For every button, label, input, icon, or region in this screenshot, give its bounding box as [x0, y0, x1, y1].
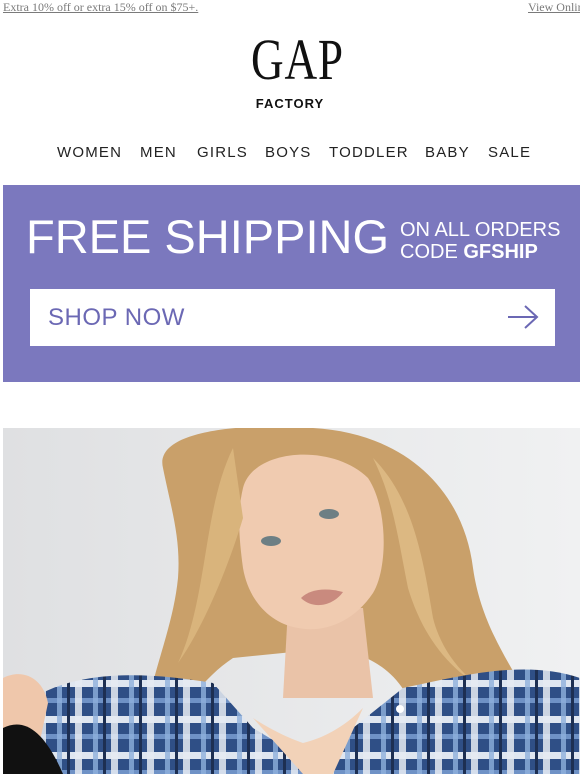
gap-factory-logo[interactable]: GAP FACTORY	[240, 27, 344, 112]
arrow-right-icon	[508, 305, 539, 329]
model-photo-icon	[3, 428, 580, 774]
logo-gap-text: GAP	[251, 27, 344, 92]
promo-link[interactable]: Extra 10% off or extra 15% off on $75+.	[3, 0, 198, 14]
top-bar: Extra 10% off or extra 15% off on $75+. …	[0, 0, 580, 16]
nav-item-sale[interactable]: SALE	[488, 142, 531, 164]
category-nav: WOMEN MEN GIRLS BOYS TODDLER BABY SALE	[0, 142, 580, 164]
nav-item-toddler[interactable]: TODDLER	[329, 142, 409, 164]
shop-now-button[interactable]: SHOP NOW	[30, 289, 555, 346]
nav-item-girls[interactable]: GIRLS	[197, 142, 248, 164]
banner-code-line: CODE GFSHIP	[400, 241, 560, 263]
code-prefix: CODE	[400, 241, 464, 263]
banner-headline: FREE SHIPPING	[26, 210, 390, 263]
nav-item-baby[interactable]: BABY	[425, 142, 470, 164]
shop-now-label: SHOP NOW	[48, 304, 185, 331]
view-online-link[interactable]: View Online	[528, 0, 580, 14]
banner-line-1: ON ALL ORDERS	[400, 219, 561, 241]
banner-subtext: ON ALL ORDERS CODE GFSHIP	[400, 219, 560, 263]
nav-item-boys[interactable]: BOYS	[265, 142, 311, 164]
nav-item-women[interactable]: WOMEN	[57, 142, 122, 164]
nav-item-men[interactable]: MEN	[140, 142, 177, 164]
promo-code: GFSHIP	[463, 241, 538, 263]
logo-factory-text: FACTORY	[255, 96, 325, 111]
hero-image[interactable]	[3, 428, 580, 774]
